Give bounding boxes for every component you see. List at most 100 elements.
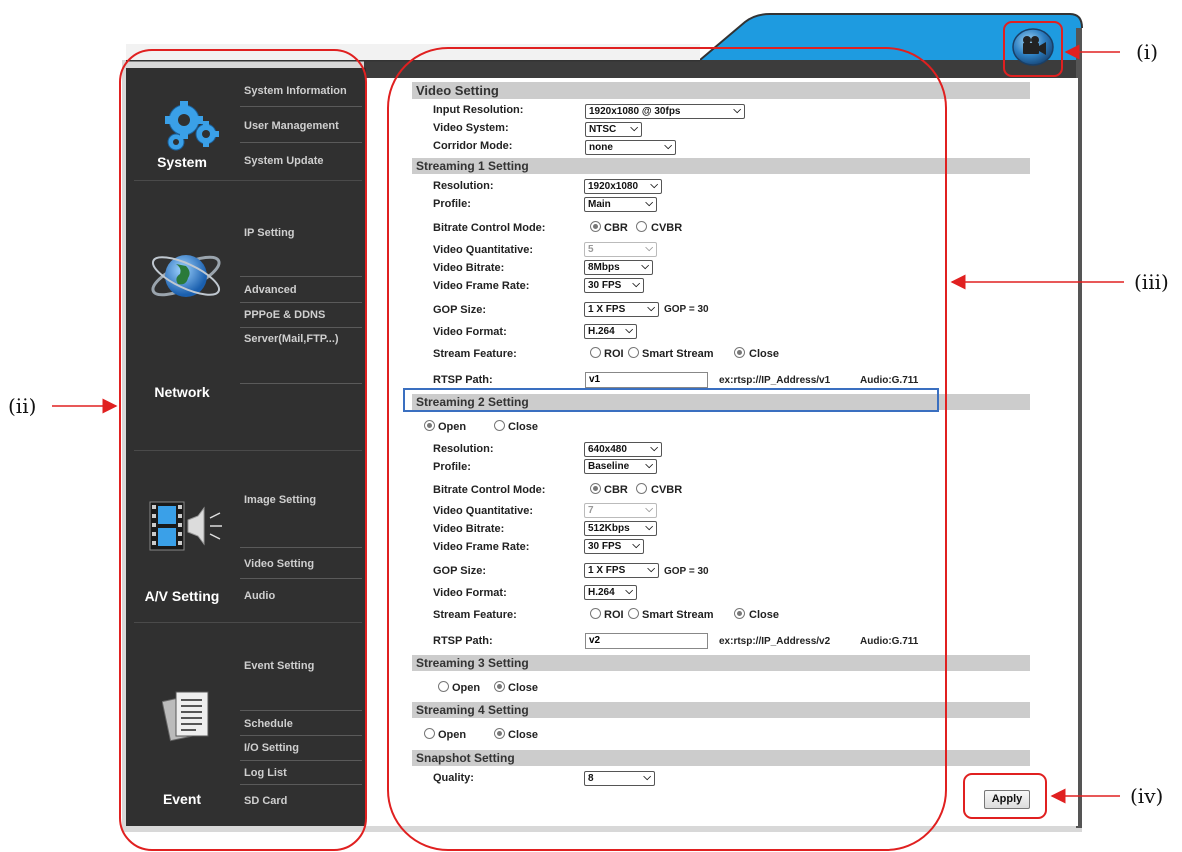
sidebar-item-user-management[interactable]: User Management [244,120,362,132]
cvbr-label: CVBR [651,484,683,496]
annotation-label-iii: (iii) [1134,270,1169,294]
frame-rate-label: Video Frame Rate: [433,541,530,553]
select-value: 30 FPS [588,541,622,552]
input-resolution-select[interactable]: 1920x1080 @ 30fps ⌵ [585,104,745,119]
select-value: NTSC [589,124,617,135]
sidebar-item-image-setting[interactable]: Image Setting [244,494,362,506]
stream-feature-label: Stream Feature: [433,609,517,621]
chevron-down-icon: ⌵ [647,303,655,314]
s2-cbr-radio[interactable] [590,483,601,494]
divider [240,578,362,579]
divider [240,106,362,107]
s1-profile-select[interactable]: Main ⌵ [584,197,657,212]
s2-frame-rate-select[interactable]: 30 FPS ⌵ [584,539,644,554]
sidebar-section-system[interactable]: System [126,154,238,170]
sidebar-item-audio[interactable]: Audio [244,590,362,602]
s2-close-radio-feature[interactable] [734,608,745,619]
smart-stream-label: Smart Stream [642,609,714,621]
divider [240,327,362,328]
sidebar-item-pppoe-ddns[interactable]: PPPoE & DDNS [244,309,362,321]
corridor-mode-label: Corridor Mode: [433,140,513,152]
s2-resolution-select[interactable]: 640x480 ⌵ [584,442,662,457]
profile-label: Profile: [433,461,471,473]
sidebar-item-io-setting[interactable]: I/O Setting [244,742,362,754]
select-value: 640x480 [588,444,627,455]
sidebar-item-system-update[interactable]: System Update [244,155,362,167]
s1-close-radio[interactable] [734,347,745,358]
s4-close-radio[interactable] [494,728,505,739]
s2-close-radio[interactable] [494,420,505,431]
sidebar-item-system-information[interactable]: System Information [244,85,362,97]
s3-open-radio[interactable] [438,681,449,692]
s2-format-select[interactable]: H.264 ⌵ [584,585,637,600]
annotation-label-ii: (ii) [8,394,37,418]
s2-rtsp-path-input[interactable]: v2 [585,633,708,649]
divider [240,276,362,277]
s2-cvbr-radio[interactable] [636,483,647,494]
select-value: none [589,142,613,153]
s2-gop-select[interactable]: 1 X FPS ⌵ [584,563,659,578]
quantitative-label: Video Quantitative: [433,244,534,256]
sidebar-item-advanced[interactable]: Advanced [244,284,362,296]
rtsp-example: ex:rtsp://IP_Address/v2 [719,636,831,647]
select-value: H.264 [588,326,615,337]
s1-frame-rate-select[interactable]: 30 FPS ⌵ [584,278,644,293]
annotation-label-iv: (iv) [1130,784,1164,808]
globe-icon [151,255,221,297]
s1-roi-radio[interactable] [590,347,601,358]
sidebar-item-log-list[interactable]: Log List [244,767,362,779]
divider [134,180,362,181]
sidebar-item-sd-card[interactable]: SD Card [244,795,362,807]
s2-profile-select[interactable]: Baseline ⌵ [584,459,657,474]
rtsp-example: ex:rtsp://IP_Address/v1 [719,375,831,386]
s1-smart-stream-radio[interactable] [628,347,639,358]
select-value: 512Kbps [588,523,630,534]
sidebar-item-video-setting[interactable]: Video Setting [244,558,362,570]
corridor-mode-select[interactable]: none ⌵ [585,140,676,155]
video-system-label: Video System: [433,122,509,134]
s2-open-radio[interactable] [424,420,435,431]
chevron-down-icon: ⌵ [647,564,655,575]
select-value: Main [588,199,611,210]
select-value: 1920x1080 [588,181,639,192]
snapshot-quality-select[interactable]: 8 ⌵ [584,771,655,786]
s1-resolution-select[interactable]: 1920x1080 ⌵ [584,179,662,194]
video-system-select[interactable]: NTSC ⌵ [585,122,642,137]
s1-cbr-radio[interactable] [590,221,601,232]
section-header-snapshot: Snapshot Setting [412,750,1030,766]
apply-button[interactable]: Apply [984,790,1030,809]
cvbr-label: CVBR [651,222,683,234]
chevron-down-icon: ⌵ [650,443,658,454]
s2-roi-radio[interactable] [590,608,601,619]
camera-icon[interactable] [1010,26,1056,70]
open-label: Open [438,421,467,433]
divider [240,710,362,711]
sidebar-section-network[interactable]: Network [126,384,238,400]
s1-gop-select[interactable]: 1 X FPS ⌵ [584,302,659,317]
sidebar-item-schedule[interactable]: Schedule [244,718,362,730]
input-resolution-label: Input Resolution: [433,104,524,116]
s2-bitrate-select[interactable]: 512Kbps ⌵ [584,521,657,536]
audio-codec: Audio:G.711 [860,375,919,386]
sidebar-item-event-setting[interactable]: Event Setting [244,660,362,672]
s1-bitrate-select[interactable]: 8Mbps ⌵ [584,260,653,275]
s4-open-radio[interactable] [424,728,435,739]
gop-note: GOP = 30 [664,304,709,315]
chevron-down-icon: ⌵ [664,141,672,152]
divider [134,450,362,451]
sidebar-section-event[interactable]: Event [126,791,238,807]
sidebar-item-server[interactable]: Server(Mail,FTP...) [244,333,362,345]
s2-smart-stream-radio[interactable] [628,608,639,619]
chevron-down-icon: ⌵ [645,460,653,471]
sidebar-item-ip-setting[interactable]: IP Setting [244,227,362,239]
chevron-down-icon: ⌵ [641,261,649,272]
s1-rtsp-path-input[interactable]: v1 [585,372,708,388]
s3-close-radio[interactable] [494,681,505,692]
s1-format-select[interactable]: H.264 ⌵ [584,324,637,339]
sidebar-section-av-setting[interactable]: A/V Setting [126,588,238,604]
open-label: Open [452,682,481,694]
cbr-label: CBR [604,484,628,496]
s1-cvbr-radio[interactable] [636,221,647,232]
divider [240,142,362,143]
chevron-down-icon: ⌵ [643,772,651,783]
